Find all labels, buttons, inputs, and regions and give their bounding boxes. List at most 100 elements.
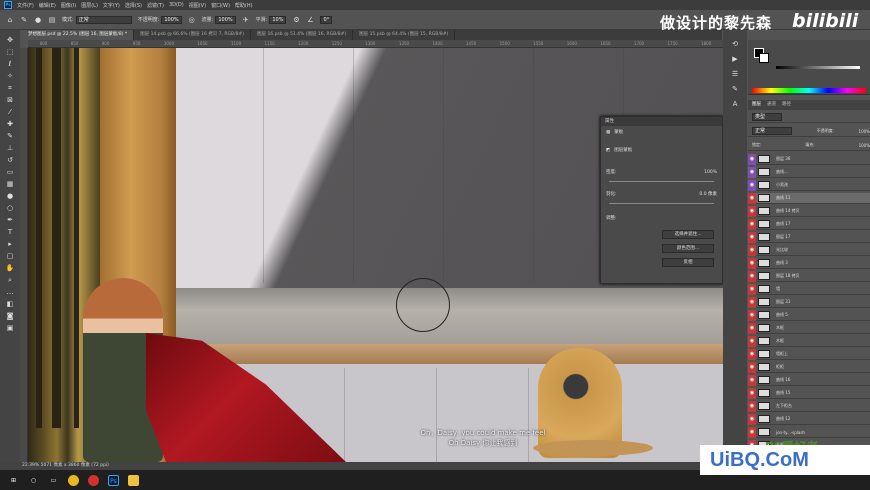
layer-row[interactable]: ◉ 曲线 5 — [748, 309, 870, 321]
feather-value[interactable]: 0.0 像素 — [699, 191, 717, 197]
zoom-tool-icon[interactable]: ⌕ — [4, 276, 16, 285]
layer-row[interactable]: ◉ 曲线 15 — [748, 387, 870, 399]
visibility-eye-icon[interactable]: ◉ — [748, 205, 756, 217]
crop-tool-icon[interactable]: ⌗ — [4, 84, 16, 93]
netease-icon[interactable] — [88, 474, 99, 486]
visibility-eye-icon[interactable]: ◉ — [748, 283, 756, 295]
path-select-tool-icon[interactable]: ▸ — [4, 240, 16, 249]
layer-row[interactable]: ◉ 曲线 17 — [748, 218, 870, 230]
hand-tool-icon[interactable]: ✋ — [4, 264, 16, 273]
layer-row[interactable]: ◉ 木框 — [748, 335, 870, 347]
layer-row[interactable]: ◉ 曲线 3 — [748, 257, 870, 269]
menu-type[interactable]: 文字(Y) — [103, 2, 120, 9]
visibility-eye-icon[interactable]: ◉ — [748, 244, 756, 256]
marquee-tool-icon[interactable]: ⬚ — [4, 48, 16, 57]
menu-edit[interactable]: 编辑(E) — [39, 2, 56, 9]
angle-input[interactable]: 0° — [320, 15, 333, 24]
blur-tool-icon[interactable]: ● — [4, 192, 16, 201]
layer-row[interactable]: ◉ 墙 — [748, 283, 870, 295]
flow-input[interactable]: 100% — [215, 15, 236, 24]
lasso-tool-icon[interactable]: ℓ — [4, 60, 16, 69]
menu-filter[interactable]: 滤镜(T) — [147, 2, 164, 9]
layer-row[interactable]: ◉ 图层 18 拷贝 — [748, 270, 870, 282]
layer-row[interactable]: ◉ 墙柜上 — [748, 348, 870, 360]
background-swatch[interactable] — [759, 53, 769, 63]
layer-row[interactable]: ◉ 左下柜台 — [748, 400, 870, 412]
dodge-tool-icon[interactable]: ○ — [4, 204, 16, 213]
shape-tool-icon[interactable]: ▢ — [4, 252, 16, 261]
smoothing-settings-icon[interactable]: ⚙ — [292, 16, 300, 24]
screen-mode-icon[interactable]: ▣ — [4, 324, 16, 333]
blend-mode-select[interactable]: 正常 — [752, 127, 792, 135]
visibility-eye-icon[interactable]: ◉ — [748, 387, 756, 399]
actions-panel-icon[interactable]: ▶ — [729, 55, 741, 64]
color-picker[interactable] — [748, 40, 870, 95]
layer-row[interactable]: ◉ 图层 31 — [748, 296, 870, 308]
photoshop-icon[interactable]: Ps — [108, 474, 119, 486]
pen-tool-icon[interactable]: ✒ — [4, 216, 16, 225]
visibility-eye-icon[interactable]: ◉ — [748, 361, 756, 373]
layer-row[interactable]: ◉ 曲线 11 — [748, 192, 870, 204]
invert-button[interactable]: 反相 — [662, 258, 714, 267]
tab-paths[interactable]: 路径 — [782, 100, 791, 110]
tab-document-1[interactable]: 梦想图层.psd @ 22.5% (图层 16, 图层蒙板/8) * — [22, 30, 135, 40]
chrome-icon[interactable] — [68, 474, 79, 486]
tab-document-4[interactable]: 图层 15.psb @ 64.4% (图层 15, RGB/8#) — [353, 30, 456, 40]
brush-settings-icon[interactable]: ▤ — [48, 16, 56, 24]
menu-view[interactable]: 视图(V) — [189, 2, 206, 9]
layer-row[interactable]: ◉ 曲线... — [748, 166, 870, 178]
density-slider[interactable] — [609, 178, 714, 182]
quick-mask-icon[interactable]: ◙ — [4, 312, 16, 321]
frame-tool-icon[interactable]: ⊠ — [4, 96, 16, 105]
visibility-eye-icon[interactable]: ◉ — [748, 322, 756, 334]
color-range-button[interactable]: 颜色范围... — [662, 244, 714, 253]
density-value[interactable]: 100% — [704, 170, 717, 175]
layer-row[interactable]: ◉ 柜柜 — [748, 361, 870, 373]
search-icon[interactable]: ○ — [28, 475, 39, 486]
visibility-eye-icon[interactable]: ◉ — [748, 426, 756, 438]
visibility-eye-icon[interactable]: ◉ — [748, 309, 756, 321]
tab-layers[interactable]: 图层 — [752, 100, 761, 110]
visibility-eye-icon[interactable]: ◉ — [748, 348, 756, 360]
character-panel-icon[interactable]: A — [729, 100, 741, 109]
menu-3d[interactable]: 3D(D) — [169, 2, 184, 8]
layer-row[interactable]: ◉ 木框 — [748, 322, 870, 334]
layer-opacity-value[interactable]: 100% — [859, 129, 870, 134]
color-spectrum[interactable] — [752, 88, 866, 93]
pressure-opacity-icon[interactable]: ◎ — [188, 16, 196, 24]
tab-document-3[interactable]: 图层 16.psb @ 51.4% (图层 16, RGB/8#) — [251, 30, 354, 40]
fill-value[interactable]: 100% — [859, 143, 870, 148]
properties-panel-icon[interactable]: ☰ — [729, 70, 741, 79]
menu-file[interactable]: 文件(F) — [17, 2, 34, 9]
visibility-eye-icon[interactable]: ◉ — [748, 257, 756, 269]
visibility-eye-icon[interactable]: ◉ — [748, 218, 756, 230]
start-icon[interactable]: ⊞ — [8, 475, 19, 486]
visibility-eye-icon[interactable]: ◉ — [748, 270, 756, 282]
layer-row[interactable]: ◉ 图层 17 — [748, 231, 870, 243]
brush-preset-icon[interactable]: ● — [34, 16, 42, 24]
layer-row[interactable]: ◉ 曲线 16 — [748, 374, 870, 386]
menu-image[interactable]: 图像(I) — [61, 2, 76, 9]
smoothing-input[interactable]: 10% — [269, 15, 287, 24]
history-panel-icon[interactable]: ⟲ — [729, 40, 741, 49]
mode-select[interactable]: 正常 — [75, 15, 132, 24]
visibility-eye-icon[interactable]: ◉ — [748, 296, 756, 308]
eraser-tool-icon[interactable]: ▭ — [4, 168, 16, 177]
task-view-icon[interactable]: ▭ — [48, 475, 59, 486]
visibility-eye-icon[interactable]: ◉ — [748, 153, 756, 165]
brightness-slider[interactable] — [776, 66, 860, 69]
home-icon[interactable]: ⌂ — [6, 16, 14, 24]
layer-row[interactable]: ◉ 光比较 — [748, 244, 870, 256]
select-and-mask-button[interactable]: 选择并遮住... — [662, 230, 714, 239]
visibility-eye-icon[interactable]: ◉ — [748, 400, 756, 412]
type-tool-icon[interactable]: T — [4, 228, 16, 237]
healing-tool-icon[interactable]: ✚ — [4, 120, 16, 129]
visibility-eye-icon[interactable]: ◉ — [748, 335, 756, 347]
tab-channels[interactable]: 通道 — [767, 100, 776, 110]
brush-tool-icon[interactable]: ✎ — [20, 16, 28, 24]
layer-row[interactable]: ◉ 曲线 12 — [748, 413, 870, 425]
color-swatches-icon[interactable]: ◧ — [4, 300, 16, 309]
opacity-input[interactable]: 100% — [161, 15, 182, 24]
layer-kind-filter[interactable]: 类型 — [752, 113, 782, 121]
visibility-eye-icon[interactable]: ◉ — [748, 413, 756, 425]
